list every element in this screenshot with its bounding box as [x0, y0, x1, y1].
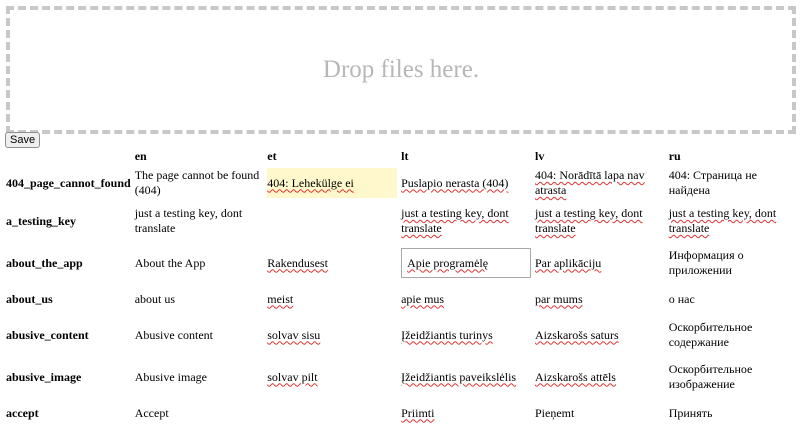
cell-ru-text: just a testing key, dont translate [668, 206, 777, 235]
row-key: abusive_image [6, 369, 82, 384]
row-key: a_testing_key [6, 213, 76, 228]
cell-ru[interactable]: Информация о приложении [669, 248, 798, 278]
cell-ru[interactable]: just a testing key, dont translate [669, 206, 798, 236]
cell-lv[interactable]: par mums [535, 284, 665, 314]
file-dropzone[interactable]: Drop files here. [6, 6, 796, 134]
table-row: a_testing_key just a testing key, dont t… [4, 200, 800, 242]
cell-en[interactable]: Abusive image [135, 362, 264, 392]
table-row: about_the_app About the App Rakendusest … [4, 242, 800, 284]
cell-lt-text: Puslapio nerasta (404) [401, 175, 509, 190]
cell-lt[interactable]: Puslapio nerasta (404) [401, 168, 531, 198]
cell-lv[interactable]: Aizskarošs saturs [535, 320, 665, 350]
cell-en[interactable]: Abusive content [135, 320, 264, 350]
cell-et-text: meist [267, 291, 294, 306]
row-key: abusive_content [6, 327, 89, 342]
cell-lv[interactable]: Aizskarošs attēls [535, 362, 665, 392]
cell-et-text: solvav pilt [267, 369, 318, 384]
header-et: et [267, 148, 277, 163]
cell-lt-text: apie mus [401, 291, 445, 306]
cell-et[interactable]: 404: Lehekülge ei [267, 168, 398, 198]
cell-en[interactable]: About the App [135, 248, 264, 278]
cell-et[interactable] [267, 206, 397, 236]
cell-lt[interactable]: Įžeidžiantis paveikslėlis [401, 362, 531, 392]
header-lv: lv [534, 148, 545, 163]
header-lt: lt [401, 148, 409, 163]
cell-et[interactable]: Rakendusest [267, 248, 397, 278]
cell-en[interactable]: Accept [135, 398, 264, 428]
cell-lt-text: Priimti [401, 405, 435, 420]
header-ru: ru [668, 148, 681, 163]
cell-lt-editing[interactable]: Apie programėlę [401, 248, 531, 278]
cell-et-text: solvav sisu [267, 327, 321, 342]
dropzone-label: Drop files here. [322, 56, 480, 83]
cell-et[interactable]: solvav pilt [267, 362, 397, 392]
row-key: 404_page_cannot_found [6, 175, 131, 190]
row-key: about_us [6, 291, 53, 306]
cell-lv-text: just a testing key, dont translate [534, 206, 643, 235]
cell-et-text: 404: Lehekülge ei [267, 175, 354, 190]
cell-ru[interactable]: 404: Страница не найдена [669, 168, 798, 198]
cell-lv-text: 404: Norādītā lapa nav atrasta [534, 168, 645, 197]
cell-lv[interactable]: Pieņemt [535, 398, 665, 428]
cell-et[interactable] [267, 398, 397, 428]
cell-lv-text: Aizskarošs saturs [534, 327, 619, 342]
cell-lt[interactable]: just a testing key, dont translate [401, 206, 531, 236]
cell-lt[interactable]: Priimti [401, 398, 531, 428]
cell-lt-text: just a testing key, dont translate [401, 206, 509, 235]
table-row: about_us about us meist apie mus par mum… [4, 284, 800, 314]
cell-lv-text: Par aplikāciju [534, 255, 602, 270]
cell-lt-text: Įžeidžiantis turinys [401, 327, 493, 342]
cell-lt-text: Įžeidžiantis paveikslėlis [401, 369, 517, 384]
cell-en[interactable]: about us [135, 284, 264, 314]
table-row: accept Accept Priimti Pieņemt Принять [4, 398, 800, 428]
cell-lt[interactable]: apie mus [401, 284, 531, 314]
cell-lv-text: Aizskarošs attēls [534, 369, 616, 384]
row-key: accept [6, 405, 39, 420]
cell-lt[interactable]: Įžeidžiantis turinys [401, 320, 531, 350]
translations-table: en et lt lv ru 404_page_cannot_found The… [4, 146, 800, 428]
cell-ru[interactable]: о нас [669, 284, 798, 314]
cell-lt-text: Apie programėlę [407, 255, 489, 270]
cell-en[interactable]: just a testing key, dont translate [135, 206, 264, 236]
cell-ru[interactable]: Оскорбительное изображение [669, 362, 798, 392]
header-en: en [134, 148, 147, 163]
cell-et-text: Rakendusest [267, 255, 328, 270]
cell-lv[interactable]: 404: Norādītā lapa nav atrasta [535, 168, 665, 198]
header-key [4, 146, 133, 166]
table-row: abusive_content Abusive content solvav s… [4, 314, 800, 356]
table-header-row: en et lt lv ru [4, 146, 800, 166]
cell-en[interactable]: The page cannot be found (404) [135, 168, 264, 198]
cell-ru[interactable]: Принять [669, 398, 798, 428]
cell-lv[interactable]: just a testing key, dont translate [535, 206, 665, 236]
cell-lv-text: par mums [534, 291, 583, 306]
cell-et[interactable]: meist [267, 284, 397, 314]
cell-ru[interactable]: Оскорбительное содержание [669, 320, 798, 350]
table-row: 404_page_cannot_found The page cannot be… [4, 166, 800, 200]
table-row: abusive_image Abusive image solvav pilt … [4, 356, 800, 398]
cell-et[interactable]: solvav sisu [267, 320, 397, 350]
row-key: about_the_app [6, 255, 83, 270]
cell-lv[interactable]: Par aplikāciju [535, 248, 665, 278]
